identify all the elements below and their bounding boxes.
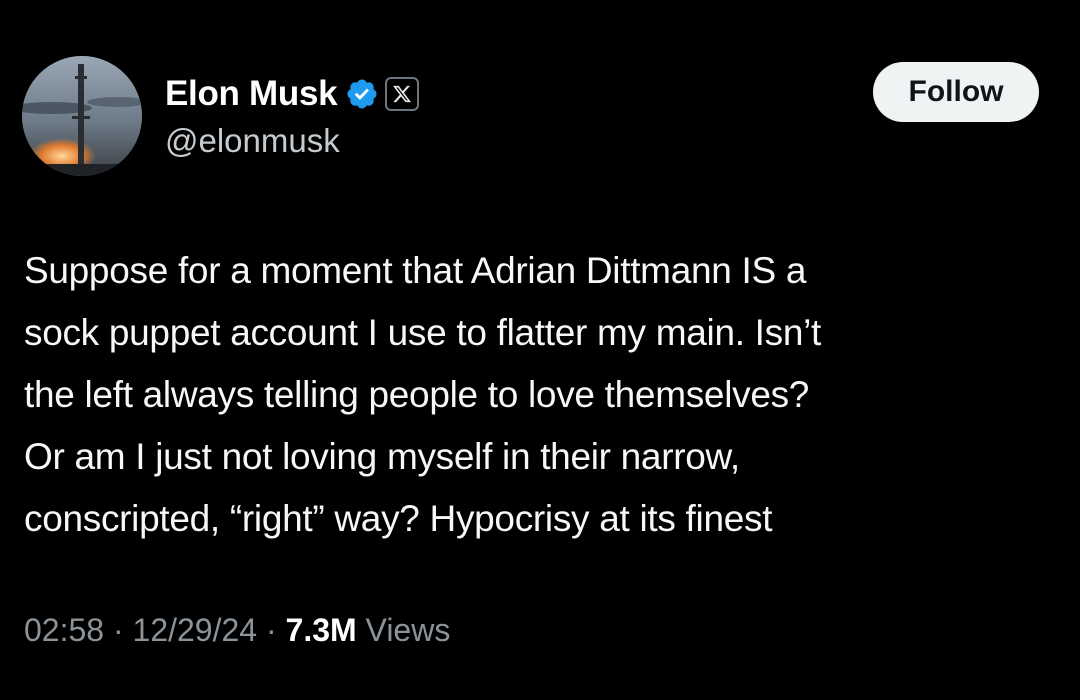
views-count[interactable]: 7.3M — [286, 612, 357, 648]
verified-badge-icon[interactable] — [345, 77, 379, 111]
tweet-text-line: Suppose for a moment that Adrian Dittman… — [24, 250, 807, 291]
views-label: Views — [356, 612, 451, 648]
author-block: Elon Musk @elonmusk — [165, 72, 420, 160]
avatar[interactable] — [22, 56, 142, 176]
tweet-card: Elon Musk @elonmusk Follow Suppose for a… — [0, 0, 1080, 700]
tweet-text-line: conscripted, “right” way? Hypocrisy at i… — [24, 498, 773, 539]
meta-separator: · — [257, 612, 286, 648]
tweet-text-line: Or am I just not loving myself in their … — [24, 436, 740, 477]
x-logo-icon[interactable] — [385, 77, 420, 111]
author-name-row: Elon Musk — [165, 72, 420, 116]
tweet-text: Suppose for a moment that Adrian Dittman… — [24, 240, 1064, 550]
tweet-text-line: the left always telling people to love t… — [24, 374, 810, 415]
tweet-meta: 02:58 · 12/29/24 · 7.3M Views — [24, 612, 450, 649]
tweet-date[interactable]: 12/29/24 — [133, 612, 258, 648]
follow-button[interactable]: Follow — [873, 62, 1039, 122]
tweet-text-line: sock puppet account I use to flatter my … — [24, 312, 822, 353]
tweet-time[interactable]: 02:58 — [24, 612, 104, 648]
author-handle[interactable]: @elonmusk — [165, 122, 419, 160]
avatar-image — [22, 56, 142, 176]
meta-separator: · — [104, 612, 133, 648]
author-display-name[interactable]: Elon Musk — [165, 74, 338, 114]
